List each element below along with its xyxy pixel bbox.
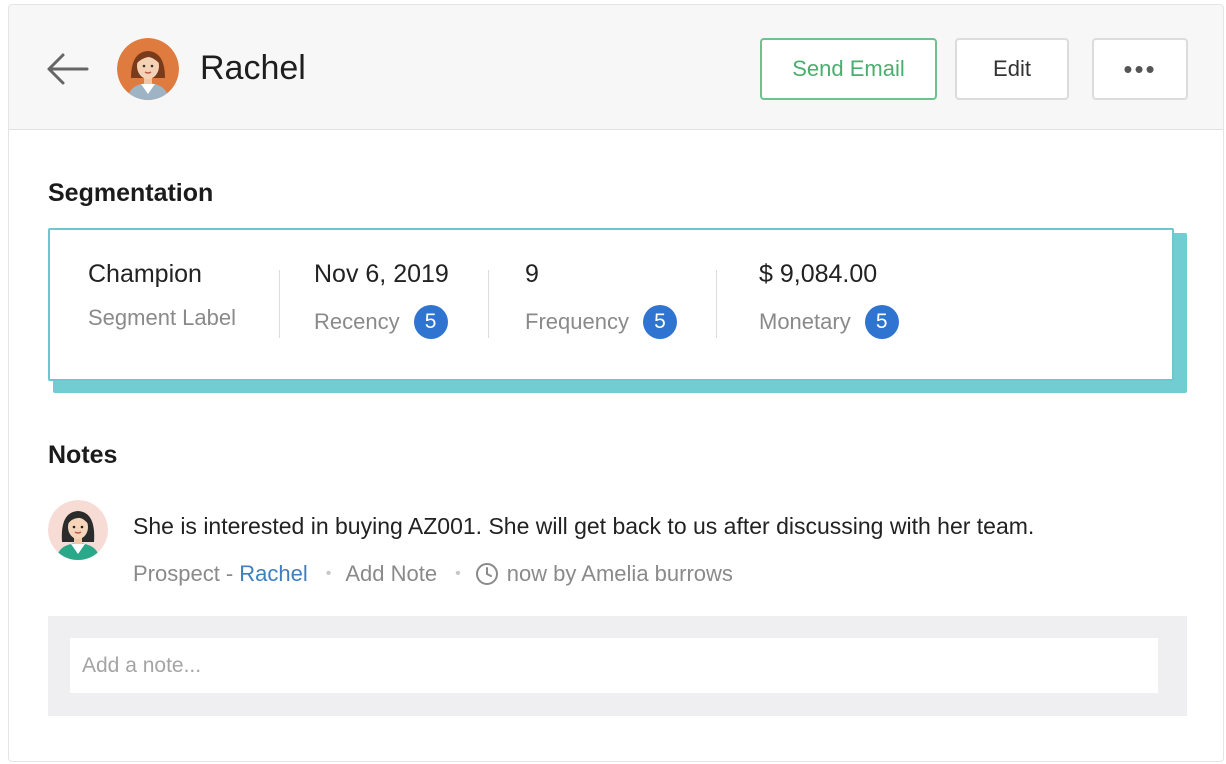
segmentation-heading: Segmentation — [48, 179, 214, 207]
separator-dot: • — [325, 565, 332, 582]
frequency-label-text: Frequency — [525, 309, 629, 334]
segment-label: Segment Label — [88, 305, 236, 331]
recency-value: Nov 6, 2019 — [314, 260, 449, 288]
send-email-button[interactable]: Send Email — [760, 38, 937, 100]
column-divider — [279, 270, 280, 338]
column-divider — [716, 270, 717, 338]
monetary-score-badge: 5 — [864, 305, 899, 339]
monetary-label: Monetary 5 — [759, 305, 899, 339]
add-note-link[interactable]: Add Note — [345, 561, 437, 587]
separator-dot: • — [455, 565, 461, 582]
recency-column: Nov 6, 2019 Recency 5 — [314, 260, 449, 339]
note-meta: Prospect - Rachel • Add Note • now by Am… — [133, 561, 733, 587]
note-composer — [48, 616, 1187, 716]
frequency-score-badge: 5 — [642, 305, 677, 339]
frequency-label: Frequency 5 — [525, 305, 677, 339]
frequency-value: 9 — [525, 260, 539, 288]
contact-name: Rachel — [200, 49, 306, 87]
frequency-column: 9 Frequency 5 — [525, 260, 677, 339]
note-text: She is interested in buying AZ001. She w… — [133, 513, 1035, 539]
note-timestamp: now by Amelia burrows — [506, 561, 733, 586]
recency-score-badge: 5 — [413, 305, 448, 339]
recency-label: Recency 5 — [314, 305, 449, 339]
segment-column: Champion Segment Label — [88, 260, 236, 331]
monetary-value: $ 9,084.00 — [759, 260, 878, 288]
edit-button[interactable]: Edit — [955, 38, 1069, 100]
notes-heading: Notes — [48, 441, 118, 469]
clock-icon — [475, 562, 499, 586]
segmentation-panel: Champion Segment Label Nov 6, 2019 Recen… — [48, 228, 1174, 381]
segment-value: Champion — [88, 260, 202, 288]
add-note-input[interactable] — [70, 638, 1158, 693]
note-author-avatar — [48, 500, 108, 560]
monetary-column: $ 9,084.00 Monetary 5 — [759, 260, 899, 339]
recency-label-text: Recency — [314, 309, 400, 334]
note-contact-link[interactable]: Rachel — [239, 561, 307, 587]
back-arrow-icon[interactable] — [43, 51, 91, 87]
more-options-button[interactable]: ••• — [1092, 38, 1188, 100]
segment-label-text: Segment Label — [88, 305, 236, 330]
column-divider — [488, 270, 489, 338]
monetary-label-text: Monetary — [759, 309, 851, 334]
contact-card: Rachel Send Email Edit ••• Segmentation … — [8, 4, 1224, 762]
contact-header: Rachel Send Email Edit ••• — [9, 5, 1223, 130]
note-context-prefix: Prospect - — [133, 561, 234, 586]
contact-avatar — [117, 38, 179, 100]
